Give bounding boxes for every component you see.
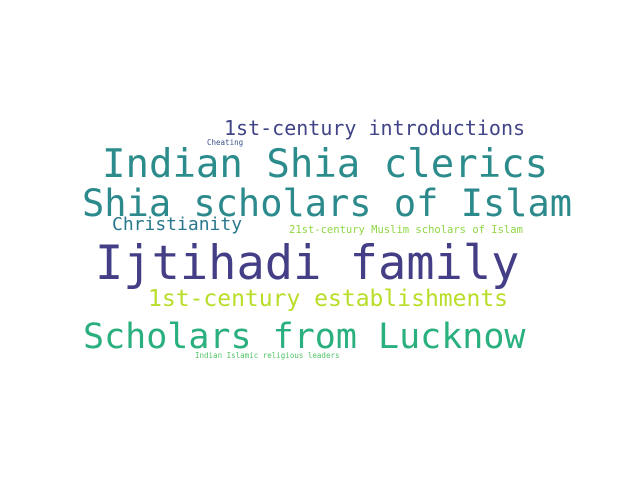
word-indian-shia-clerics: Indian Shia clerics bbox=[102, 142, 549, 187]
word-21st-century-muslim-scholars: 21st-century Muslim scholars of Islam bbox=[289, 224, 523, 236]
word-1st-century-establishments: 1st-century establishments bbox=[148, 286, 509, 312]
word-ijtihadi-family: Ijtihadi family bbox=[95, 236, 520, 291]
word-scholars-from-lucknow: Scholars from Lucknow bbox=[83, 317, 526, 357]
word-christianity: Christianity bbox=[112, 214, 243, 235]
word-cloud: 1st-century introductions Cheating India… bbox=[0, 0, 640, 480]
word-1st-century-introductions: 1st-century introductions bbox=[224, 116, 526, 140]
word-indian-islamic-religious-leaders: Indian Islamic religious leaders bbox=[195, 351, 340, 360]
